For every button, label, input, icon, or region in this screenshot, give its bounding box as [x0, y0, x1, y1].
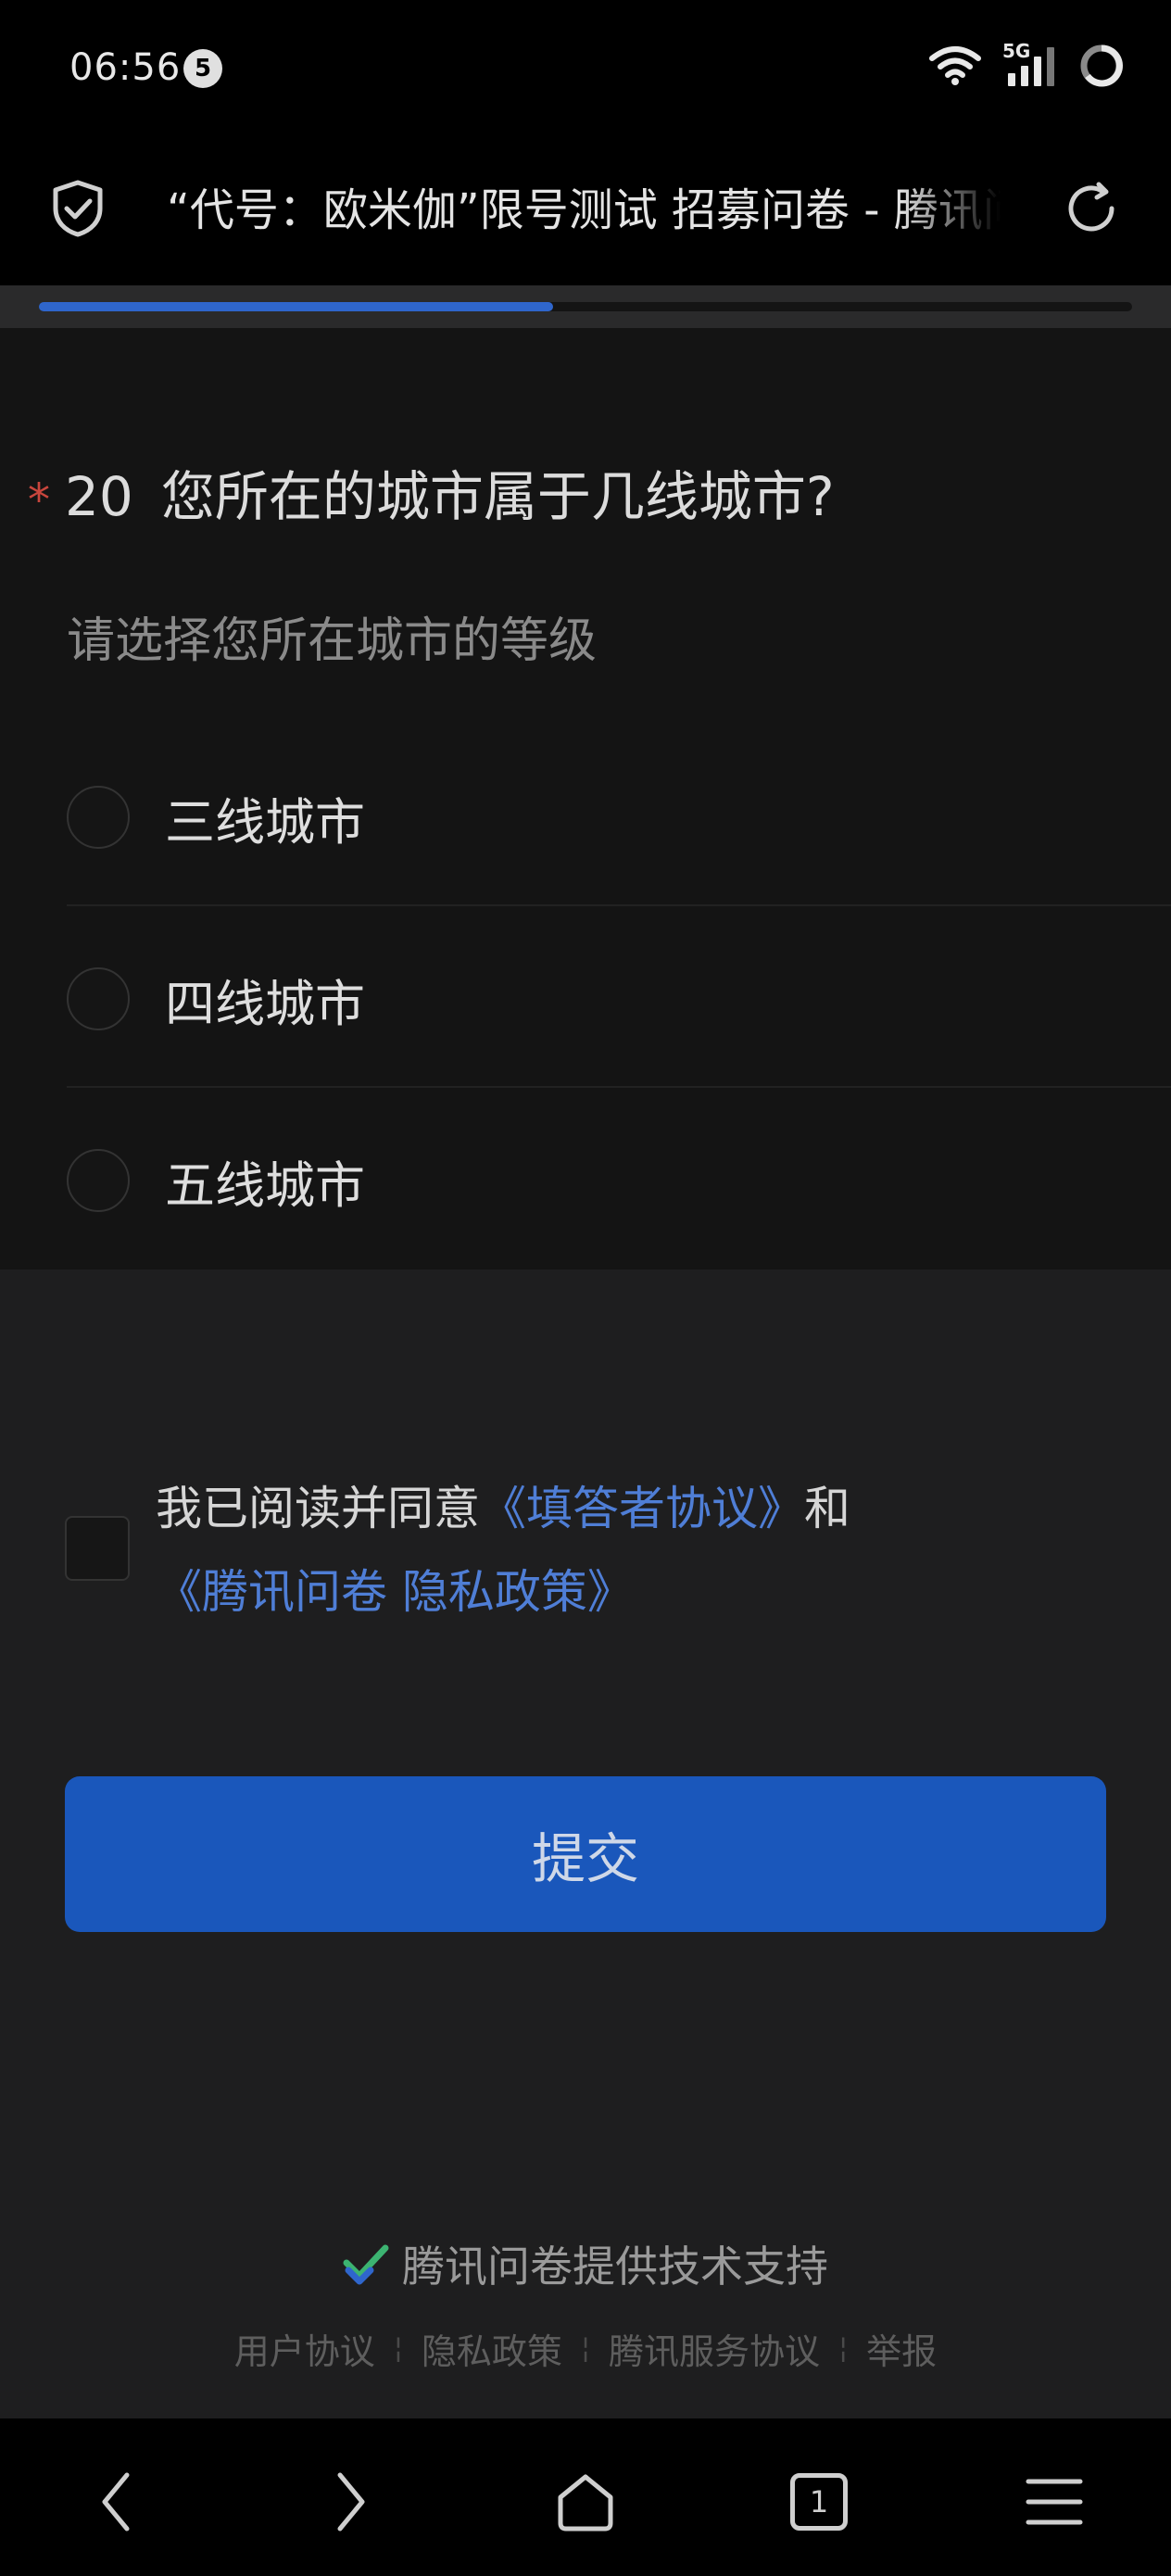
browser-nav-bar: 1 [0, 2418, 1171, 2576]
question-text: 您所在的城市属于几线城市? [160, 465, 835, 528]
footer-link-report[interactable]: 举报 [866, 2323, 937, 2374]
radio-button[interactable] [67, 786, 130, 849]
footer-separator: ¦ [580, 2331, 591, 2365]
battery-ring-icon [1080, 44, 1123, 87]
footer-separator: ¦ [838, 2331, 849, 2365]
survey-progress [0, 285, 1171, 328]
question-title: * 20 您所在的城市属于几线城市? [28, 453, 835, 531]
option-label: 四线城市 [165, 974, 365, 1033]
progress-track [39, 302, 1132, 311]
forward-button[interactable] [313, 2465, 387, 2539]
option-label: 三线城市 [165, 792, 365, 852]
option-fifth-tier[interactable]: 五线城市 [67, 1090, 1171, 1271]
notification-badge: 5 [183, 49, 222, 88]
menu-icon [1026, 2479, 1083, 2525]
submit-button[interactable]: 提交 [65, 1776, 1106, 1932]
option-third-tier[interactable]: 三线城市 [67, 726, 1171, 908]
privacy-policy-link[interactable]: 《腾讯问卷 隐私政策》 [156, 1555, 634, 1622]
tabs-button[interactable]: 1 [782, 2465, 856, 2539]
progress-fill [39, 302, 553, 311]
required-mark: * [28, 474, 50, 526]
tabs-icon: 1 [790, 2473, 848, 2531]
menu-button[interactable] [1017, 2465, 1091, 2539]
footer-links: 用户协议 ¦ 隐私政策 ¦ 腾讯服务协议 ¦ 举报 [0, 2322, 1171, 2374]
footer-link-privacy[interactable]: 隐私政策 [422, 2323, 562, 2374]
radio-button[interactable] [67, 1149, 130, 1212]
agreement-checkbox[interactable] [65, 1516, 130, 1581]
status-time: 06:56 [69, 46, 182, 89]
back-icon [102, 2472, 130, 2532]
shield-check-icon[interactable] [48, 179, 107, 238]
respondent-agreement-link[interactable]: 《填答者协议》 [480, 1482, 804, 1535]
tab-count: 1 [809, 2484, 829, 2519]
tech-support: 腾讯问卷提供技术支持 [0, 2231, 1171, 2296]
agreement-text: 我已阅读并同意《填答者协议》和 [156, 1471, 850, 1538]
tencent-survey-logo-icon [343, 2244, 389, 2285]
home-icon [558, 2474, 613, 2532]
forward-icon [337, 2472, 365, 2532]
agreement-prefix: 我已阅读并同意 [156, 1482, 480, 1535]
status-icons: 5G [928, 40, 1125, 89]
divider [67, 1086, 1171, 1088]
footer-link-service-agreement[interactable]: 腾讯服务协议 [609, 2323, 820, 2374]
option-label: 五线城市 [165, 1155, 365, 1215]
status-bar: 06:56 5 5G [0, 0, 1171, 139]
footer-separator: ¦ [393, 2331, 403, 2365]
question-description: 请选择您所在城市的等级 [67, 613, 598, 669]
reload-icon[interactable] [1062, 179, 1121, 238]
agreement-middle: 和 [804, 1482, 850, 1535]
footer-link-user-agreement[interactable]: 用户协议 [234, 2323, 375, 2374]
support-text: 腾讯问卷提供技术支持 [402, 2241, 828, 2292]
question-card: * 20 您所在的城市属于几线城市? 请选择您所在城市的等级 三线城市 四线城市… [0, 328, 1171, 1269]
wifi-icon [929, 46, 981, 85]
back-button[interactable] [80, 2465, 154, 2539]
option-fourth-tier[interactable]: 四线城市 [67, 908, 1171, 1090]
radio-button[interactable] [67, 967, 130, 1030]
divider [67, 904, 1171, 906]
home-button[interactable] [548, 2465, 623, 2539]
signal-icon: 5G [1002, 40, 1058, 88]
agreement-row: 我已阅读并同意《填答者协议》和 《腾讯问卷 隐私政策》 [0, 1455, 1171, 1640]
question-number: 20 [65, 465, 133, 528]
page-title[interactable]: “代号：欧米伽”限号测试 招募问卷 - 腾讯问卷 [167, 178, 1001, 243]
